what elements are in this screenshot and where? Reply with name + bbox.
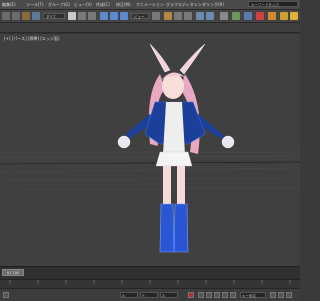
material-editor-icon[interactable] bbox=[256, 12, 264, 20]
status-bar: X: Y: Z: キー設定 bbox=[0, 288, 300, 301]
goto-end-icon[interactable] bbox=[230, 292, 236, 298]
grid-axis-line bbox=[0, 161, 300, 165]
menu-group[interactable]: グループ(G) bbox=[48, 2, 70, 8]
render-frame-icon[interactable] bbox=[280, 12, 288, 20]
menu-animation[interactable]: アニメーション bbox=[136, 2, 164, 8]
menu-edit[interactable]: 編集(E) bbox=[2, 2, 16, 8]
undo-icon[interactable] bbox=[2, 12, 10, 20]
unlink-icon[interactable] bbox=[32, 12, 40, 20]
ground-grid bbox=[0, 151, 300, 191]
rect-selection-icon[interactable] bbox=[88, 12, 96, 20]
menu-graph-editor[interactable]: グラフエディタ bbox=[166, 2, 194, 8]
orbit-icon[interactable] bbox=[286, 292, 292, 298]
goto-start-icon[interactable] bbox=[198, 292, 204, 298]
render-icon[interactable] bbox=[290, 12, 298, 20]
schematic-icon[interactable] bbox=[244, 12, 252, 20]
render-setup-icon[interactable] bbox=[268, 12, 276, 20]
menu-bar: 編集(E) ツール(T) グループ(G) ビュー(V) 作成(C) 修正(M) … bbox=[0, 0, 300, 10]
y-coordinate-field[interactable]: Y: bbox=[140, 292, 158, 298]
search-field[interactable]: キーワードを入力 bbox=[248, 1, 298, 7]
auto-key-button[interactable] bbox=[188, 292, 194, 298]
pivot-icon[interactable] bbox=[152, 12, 160, 20]
curve-editor-icon[interactable] bbox=[232, 12, 240, 20]
menu-modify[interactable]: 修正(M) bbox=[116, 2, 131, 8]
select-object-icon[interactable] bbox=[68, 12, 76, 20]
align-icon[interactable] bbox=[206, 12, 214, 20]
percent-snap-icon[interactable] bbox=[184, 12, 192, 20]
key-mode-field[interactable]: キー設定 bbox=[240, 292, 266, 298]
pan-icon[interactable] bbox=[278, 292, 284, 298]
frame-ruler[interactable] bbox=[0, 279, 300, 288]
timeline[interactable]: 0 / 100 bbox=[0, 266, 300, 279]
menu-create[interactable]: 作成(C) bbox=[96, 2, 110, 8]
scale-icon[interactable] bbox=[120, 12, 128, 20]
snap-icon[interactable] bbox=[164, 12, 172, 20]
mirror-icon[interactable] bbox=[196, 12, 204, 20]
character-model[interactable] bbox=[117, 43, 235, 253]
menu-tools[interactable]: ツール(T) bbox=[26, 2, 44, 8]
time-slider[interactable]: 0 / 100 bbox=[2, 269, 24, 276]
select-by-name-icon[interactable] bbox=[78, 12, 86, 20]
play-icon[interactable] bbox=[214, 292, 220, 298]
viewport-label[interactable]: [+] [パース] [標準] [エッジ面] bbox=[4, 36, 59, 42]
move-icon[interactable] bbox=[100, 12, 108, 20]
x-coordinate-field[interactable]: X: bbox=[120, 292, 138, 298]
link-icon[interactable] bbox=[22, 12, 30, 20]
selection-filter-dropdown[interactable]: すべて bbox=[43, 13, 65, 19]
next-frame-icon[interactable] bbox=[222, 292, 228, 298]
menu-rendering[interactable]: レンダリング(R) bbox=[194, 2, 224, 8]
maxscript-listener-icon[interactable] bbox=[3, 292, 9, 298]
ruler-ticks bbox=[9, 280, 291, 284]
prev-frame-icon[interactable] bbox=[206, 292, 212, 298]
redo-icon[interactable] bbox=[12, 12, 20, 20]
rotate-icon[interactable] bbox=[110, 12, 118, 20]
zoom-icon[interactable] bbox=[270, 292, 276, 298]
layer-icon[interactable] bbox=[220, 12, 228, 20]
ribbon-bar bbox=[0, 23, 300, 33]
z-coordinate-field[interactable]: Z: bbox=[160, 292, 178, 298]
main-toolbar: すべて ビュー bbox=[0, 10, 300, 23]
menu-view[interactable]: ビュー(V) bbox=[74, 2, 92, 8]
perspective-viewport[interactable]: [+] [パース] [標準] [エッジ面] bbox=[0, 33, 300, 266]
viewport-scene bbox=[0, 43, 300, 253]
reference-coord-dropdown[interactable]: ビュー bbox=[131, 13, 149, 19]
angle-snap-icon[interactable] bbox=[174, 12, 182, 20]
